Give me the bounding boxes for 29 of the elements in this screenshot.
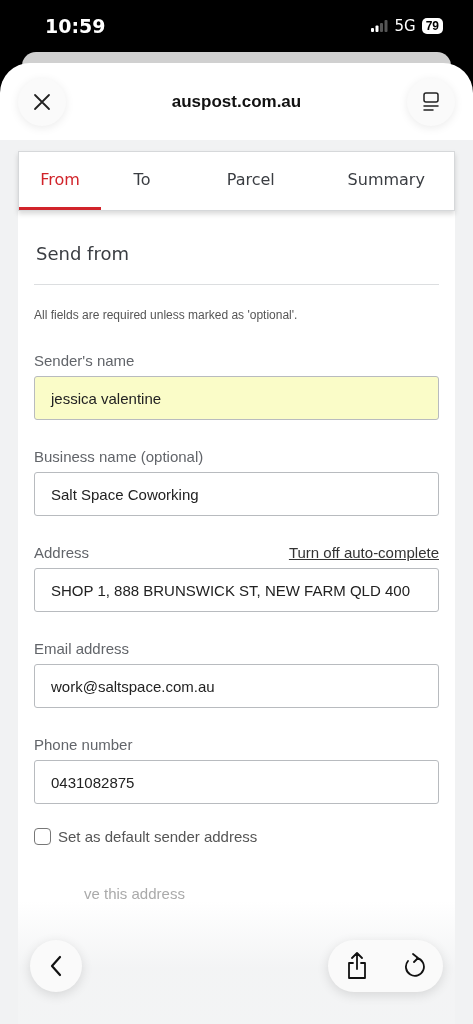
checkbox[interactable]	[34, 828, 51, 845]
input-field[interactable]: Salt Space Coworking	[34, 472, 439, 516]
field-label: Email address	[34, 640, 130, 657]
checkbox-label: Set as default sender address	[58, 828, 258, 845]
network-label: 5G	[394, 17, 416, 35]
reader-icon	[422, 91, 440, 112]
url-label: auspost.com.au	[171, 91, 302, 112]
tab[interactable]: Summary	[318, 152, 454, 210]
signal-icon	[371, 20, 389, 32]
input-field[interactable]: SHOP 1, 888 BRUNSWICK ST, NEW FARM QLD 400	[34, 568, 439, 612]
field-label: Address	[34, 544, 90, 561]
field-label: Phone number	[34, 736, 133, 753]
field-label: Sender's name	[34, 352, 135, 369]
section-title: Send from	[36, 243, 130, 264]
close-icon	[33, 92, 51, 111]
save-address-label: ve this address	[84, 885, 185, 902]
required-note: All fields are required unless marked as 'optional'.	[34, 308, 299, 322]
field-label: Business name (optional)	[34, 448, 204, 465]
share-icon[interactable]	[345, 952, 368, 980]
input-field[interactable]: jessica valentine	[34, 376, 439, 420]
autocomplete-link[interactable]: Turn off auto-complete	[288, 544, 439, 561]
input-field[interactable]: work@saltspace.com.au	[34, 664, 439, 708]
reload-icon[interactable]	[403, 953, 426, 979]
tab[interactable]: To	[101, 152, 183, 210]
battery-level: 79	[421, 18, 443, 34]
input-field[interactable]: 0431082875	[34, 760, 439, 804]
chevron-left-icon	[49, 955, 63, 977]
tab[interactable]: Parcel	[183, 152, 319, 210]
status-time: 10:59	[45, 15, 106, 37]
